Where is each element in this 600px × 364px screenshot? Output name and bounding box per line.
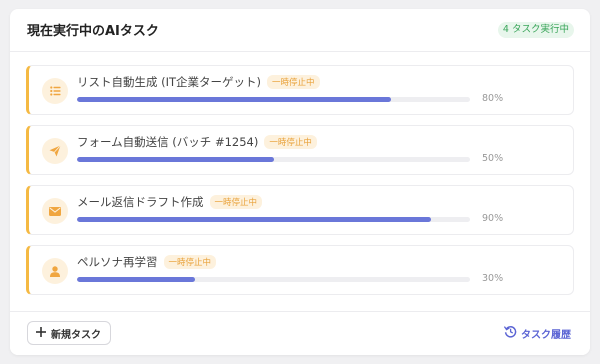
progress-fill [77,217,431,222]
status-badge: 一時停止中 [209,195,263,209]
list-icon [42,78,68,104]
task-list: リスト自動生成 (IT企業ターゲット) 一時停止中 80% フォーム自動送信 (バ… [26,65,576,305]
task-history-label: タスク履歴 [521,329,571,341]
task-item[interactable]: フォーム自動送信 (バッチ #1254) 一時停止中 50% [26,125,574,175]
card-header: 現在実行中のAIタスク 4 タスク実行中 [10,9,590,52]
progress-fill [77,157,274,162]
progress-track [77,277,470,282]
task-item[interactable]: メール返信ドラフト作成 一時停止中 90% [26,185,574,235]
plus-icon [36,326,46,340]
card-footer: 新規タスク タスク履歴 [10,311,590,355]
task-item[interactable]: ペルソナ再学習 一時停止中 30% [26,245,574,295]
task-name-text: フォーム自動送信 (バッチ #1254) [77,135,259,149]
progress-percent: 50% [482,153,504,164]
status-badge: 一時停止中 [163,255,217,269]
task-name-text: リスト自動生成 (IT企業ターゲット) [77,75,262,89]
mail-icon [42,198,68,224]
card-title: 現在実行中のAIタスク [27,24,159,39]
status-badge: 一時停止中 [264,135,317,149]
task-name: ペルソナ再学習 一時停止中 [77,254,217,270]
status-badge: 一時停止中 [267,75,320,89]
send-icon [42,138,68,164]
task-history-button[interactable]: タスク履歴 [503,325,571,341]
task-name-text: メール返信ドラフト作成 [77,195,204,209]
history-icon [503,325,517,341]
progress-fill [77,277,195,282]
progress-percent: 30% [482,273,504,284]
ai-task-card: 現在実行中のAIタスク 4 タスク実行中 リスト自動生成 (IT企業ターゲット)… [10,9,590,355]
progress-fill [77,97,392,102]
task-name: メール返信ドラフト作成 一時停止中 [77,194,263,210]
progress-percent: 90% [482,213,504,224]
progress-track [77,217,470,222]
progress-track [77,97,470,102]
user-icon [42,258,68,284]
task-item[interactable]: リスト自動生成 (IT企業ターゲット) 一時停止中 80% [26,65,574,115]
progress-percent: 80% [482,93,504,104]
new-task-label: 新規タスク [51,329,101,341]
new-task-button[interactable]: 新規タスク [27,321,111,345]
task-name: フォーム自動送信 (バッチ #1254) 一時停止中 [77,134,317,150]
task-name-text: ペルソナ再学習 [77,255,158,269]
task-name: リスト自動生成 (IT企業ターゲット) 一時停止中 [77,74,320,90]
progress-track [77,157,470,162]
running-count-badge: 4 タスク実行中 [497,22,574,38]
